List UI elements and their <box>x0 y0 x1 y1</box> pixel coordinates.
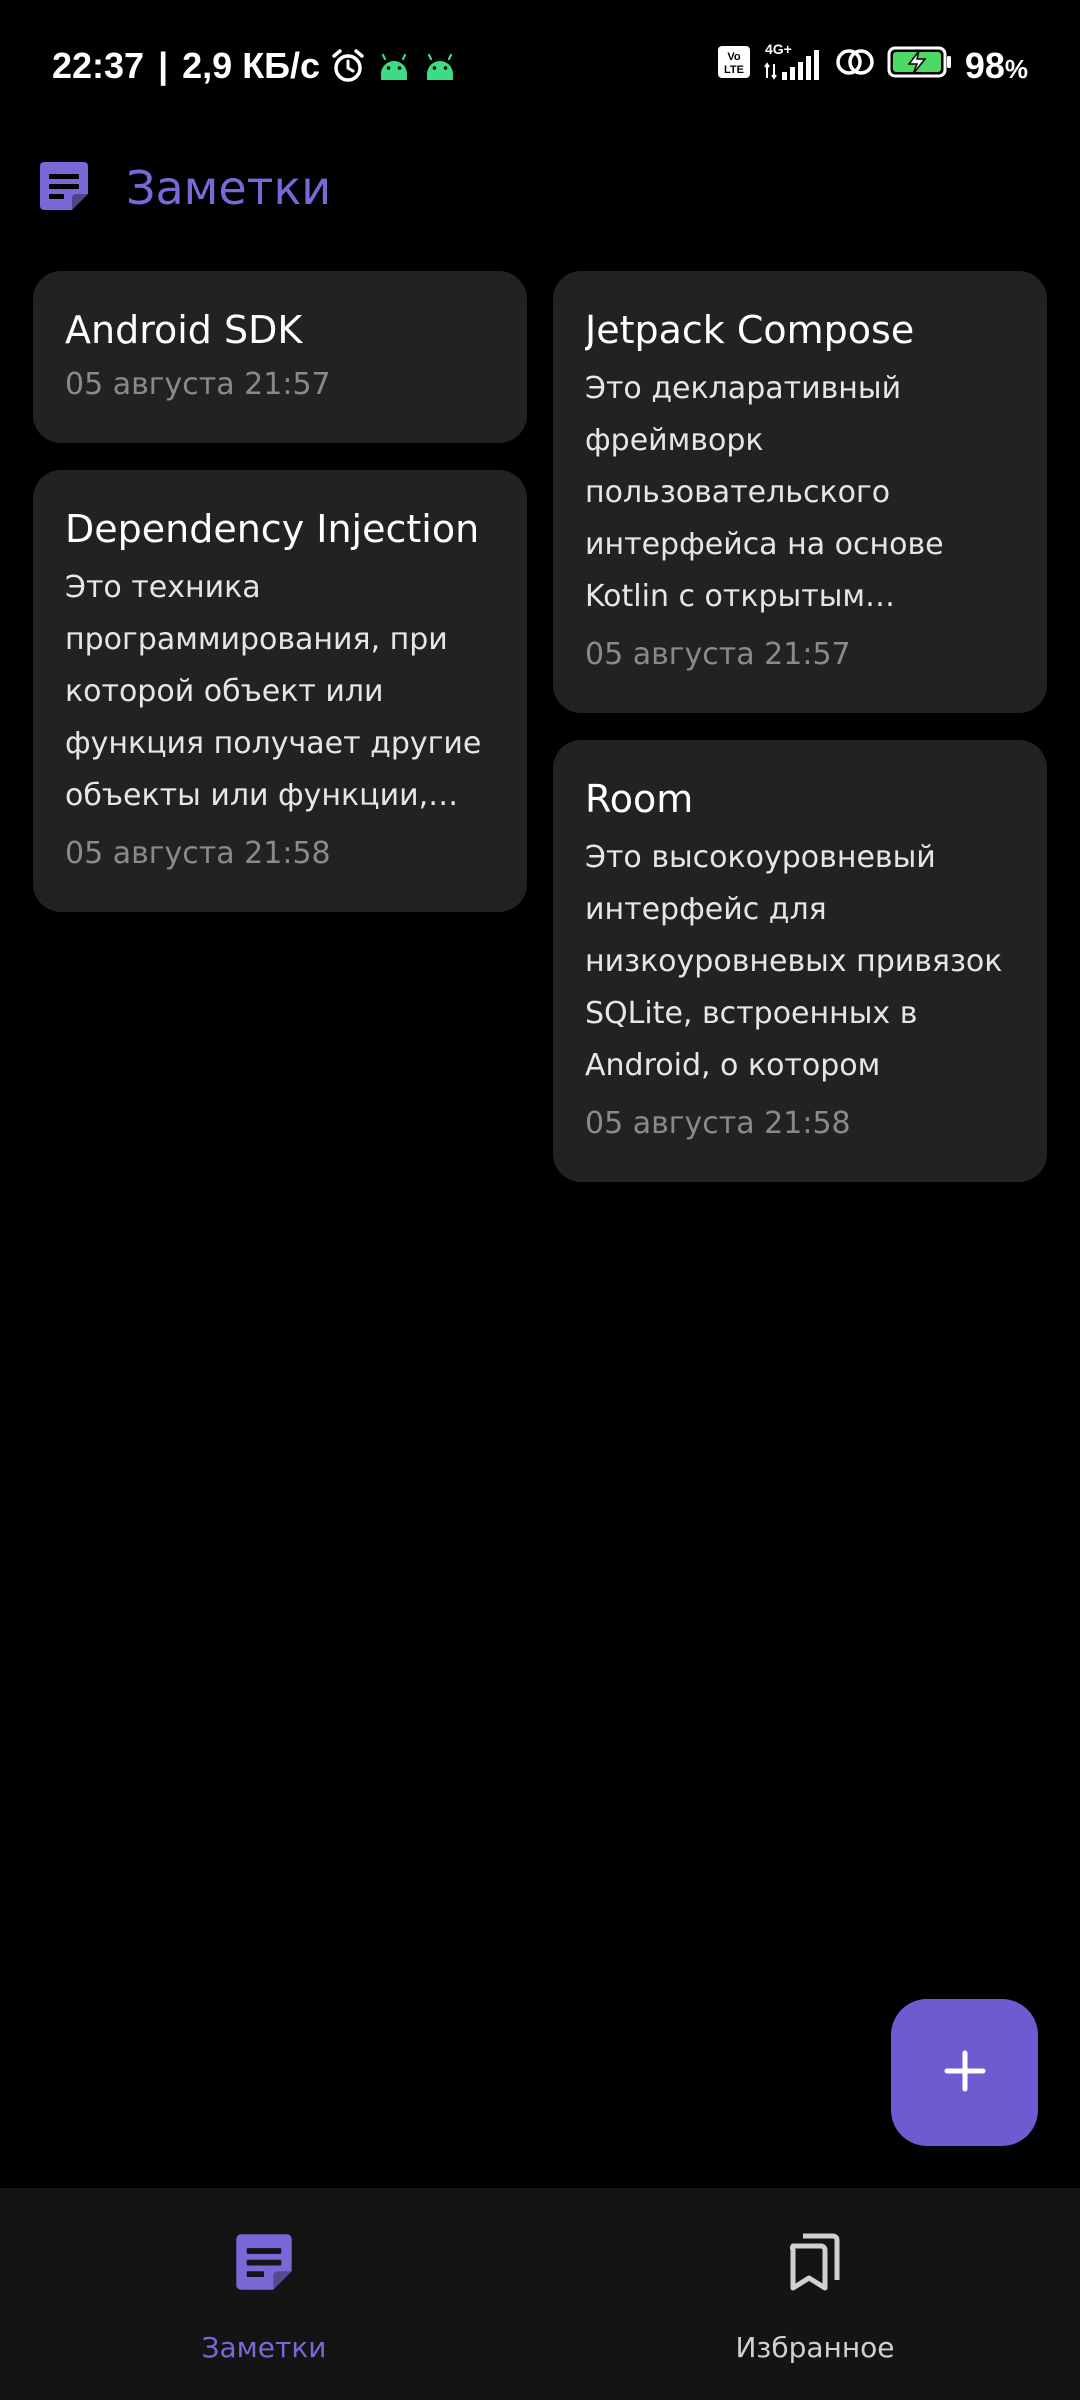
battery-percent-value: 98 <box>964 45 1005 86</box>
note-body: Это высокоуровневый интерфейс для низкоу… <box>585 840 1003 1083</box>
note-date: 05 августа 21:57 <box>585 637 851 672</box>
nav-label-notes: Заметки <box>201 2331 327 2364</box>
note-title: Android SDK <box>65 308 303 352</box>
note-card[interactable]: Jetpack Compose Это декларативный фреймв… <box>553 271 1047 713</box>
note-card[interactable]: Dependency Injection Это техника програм… <box>33 470 527 912</box>
plus-icon <box>941 2047 989 2099</box>
note-title: Jetpack Compose <box>585 308 915 352</box>
battery-percentage: 98% <box>965 45 1028 87</box>
note-title: Room <box>585 777 694 821</box>
link-icon <box>835 44 875 89</box>
volte-icon: Vo LTE <box>717 45 751 88</box>
status-time: 22:37 <box>52 45 145 86</box>
signal-icon: 4G+ <box>763 41 823 91</box>
svg-text:LTE: LTE <box>724 64 744 76</box>
battery-percent-sign: % <box>1004 54 1028 84</box>
note-body: Это декларативный фреймворк пользователь… <box>585 371 944 614</box>
status-bar: 22:37 | 2,9 КБ/с Vo LTE 4G+ 98% <box>0 0 1080 130</box>
note-body: Это техника программирования, при которо… <box>65 570 482 813</box>
notes-column-right: Jetpack Compose Это декларативный фреймв… <box>553 271 1047 1182</box>
status-left: 22:37 | 2,9 КБ/с <box>52 44 458 88</box>
svg-text:Vo: Vo <box>727 51 741 63</box>
android-icon <box>422 48 458 84</box>
nav-label-favorites: Избранное <box>735 2331 895 2364</box>
status-network-speed: 2,9 КБ/с <box>182 45 321 86</box>
android-icon <box>376 48 412 84</box>
top-app-bar: Заметки <box>0 150 1080 226</box>
network-type-label: 4G+ <box>765 42 792 57</box>
note-date: 05 августа 21:58 <box>585 1106 851 1141</box>
notes-column-left: Android SDK 05 августа 21:57 Dependency … <box>33 271 527 912</box>
battery-charging-icon <box>887 45 953 88</box>
nav-item-notes[interactable]: Заметки <box>0 2188 540 2400</box>
note-card[interactable]: Android SDK 05 августа 21:57 <box>33 271 527 443</box>
bookmarks-icon <box>785 2232 845 2292</box>
status-separator: | <box>158 45 169 86</box>
note-date: 05 августа 21:57 <box>65 367 331 402</box>
note-icon <box>38 160 90 212</box>
page-title: Заметки <box>126 161 332 215</box>
bottom-navigation: Заметки Избранное <box>0 2188 1080 2400</box>
nav-item-favorites[interactable]: Избранное <box>540 2188 1080 2400</box>
status-right: Vo LTE 4G+ 98% <box>717 41 1028 91</box>
note-title: Dependency Injection <box>65 507 480 551</box>
alarm-icon <box>330 48 366 84</box>
note-card[interactable]: Room Это высокоуровневый интерфейс для н… <box>553 740 1047 1182</box>
note-date: 05 августа 21:58 <box>65 836 331 871</box>
add-note-button[interactable] <box>891 1999 1038 2146</box>
note-icon <box>234 2232 294 2292</box>
